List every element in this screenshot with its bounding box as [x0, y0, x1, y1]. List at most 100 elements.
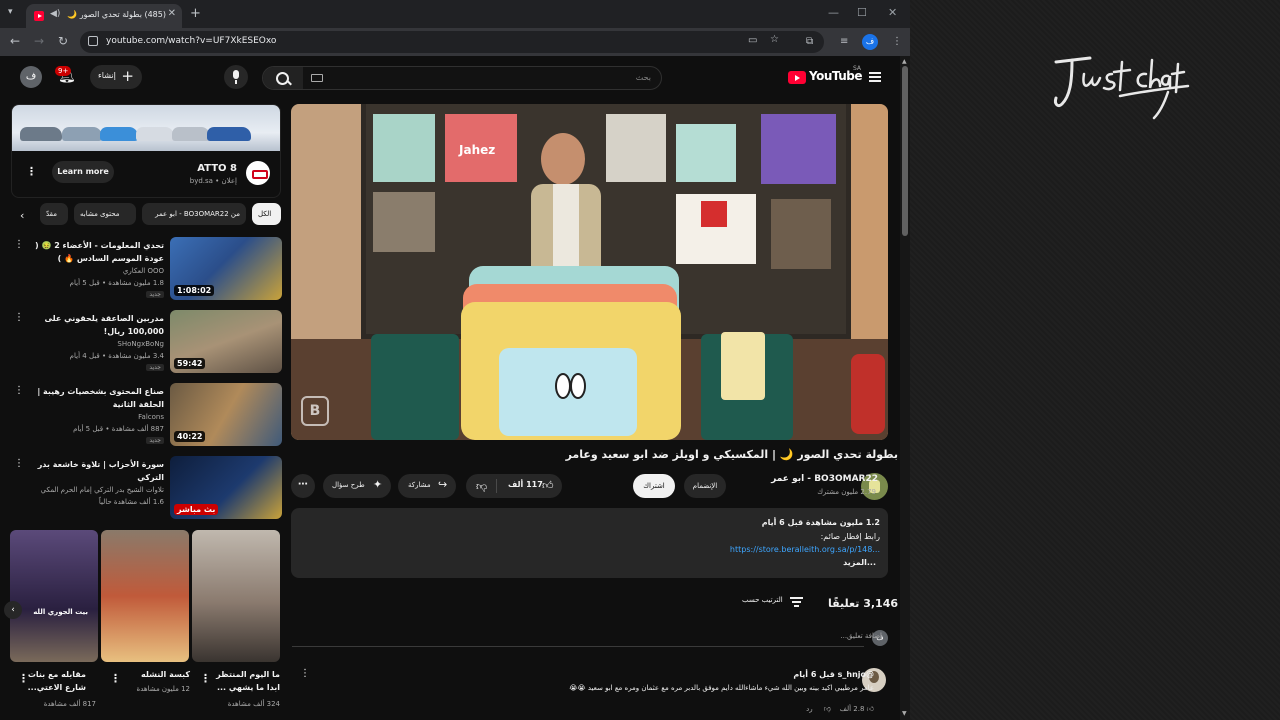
search-icon[interactable] — [263, 67, 303, 89]
related-video[interactable]: 40:22 صناع المحتوى بشخصيات رهيبة | الحلق… — [8, 383, 282, 447]
related-video[interactable]: بث مباشر سورة الأحزاب | تلاوة خاشعة بدر … — [8, 456, 282, 520]
short-title[interactable]: كبسة النشله — [120, 668, 190, 681]
show-more-link[interactable]: ...المزيد — [843, 558, 876, 567]
video-frame[interactable]: Jahez — [291, 104, 888, 440]
chip-all[interactable]: الكل — [252, 203, 281, 225]
comment-like-icon[interactable]: 👍︎ — [867, 705, 874, 713]
share-button[interactable]: مشاركة ↪ — [398, 474, 456, 498]
speaker-icon[interactable]: ◀) — [50, 9, 60, 19]
shorts-prev-icon[interactable]: ‹ — [4, 601, 22, 619]
video-menu-icon[interactable]: ⋮ — [14, 385, 24, 396]
cast-icon[interactable]: ▭ — [748, 35, 757, 46]
close-window-icon[interactable]: ✕ — [888, 6, 897, 19]
active-tab[interactable]: ◀) (485) بطولة تحدي الصور 🌙 ✕ — [26, 4, 182, 28]
search-placeholder[interactable]: بحث — [636, 73, 651, 82]
dislike-thumb-icon[interactable]: 👎︎ — [476, 480, 487, 493]
keyboard-icon[interactable] — [311, 74, 323, 82]
scroll-up-icon[interactable]: ▲ — [902, 58, 907, 65]
site-info-icon[interactable] — [88, 36, 98, 46]
video-thumbnail[interactable]: 40:22 — [170, 383, 282, 446]
byd-logo-icon[interactable] — [246, 161, 270, 185]
channel-name[interactable]: العكاري OOO — [123, 267, 164, 275]
video-player[interactable]: Jahez B — [291, 104, 888, 440]
like-count[interactable]: 117 ألف — [508, 480, 543, 489]
video-title[interactable]: مدربين الصاعقة يلحقوني على 100,000 ريال! — [30, 312, 164, 338]
short-menu-icon[interactable]: ⋮ — [200, 672, 211, 685]
related-video[interactable]: 1:08:02 تحدي المعلومات - الأعضاء 2 🤢 ( ع… — [8, 237, 282, 301]
video-title[interactable]: صناع المحتوى بشخصيات رهيبة | الحلقة الثا… — [30, 385, 164, 411]
voice-search-mic-icon[interactable] — [224, 65, 248, 89]
new-tab-icon[interactable]: + — [190, 6, 201, 21]
channel-name[interactable]: تلاوات الشيخ بدر التركي إمام الحرم المكي — [30, 486, 164, 494]
ad-banner-image[interactable] — [12, 105, 280, 151]
short-menu-icon[interactable]: ⋮ — [110, 672, 121, 685]
comment-dislike-icon[interactable]: 👎︎ — [824, 705, 831, 713]
channel-name[interactable]: BO3OMAR22 - ابو عمر — [771, 474, 878, 484]
sort-icon[interactable] — [790, 597, 803, 607]
chip-from-channel[interactable]: من BO3OMAR22 - ابو عمر — [142, 203, 246, 225]
reply-button[interactable]: رد — [806, 705, 813, 713]
description-box[interactable]: 1.2 مليون مشاهدة قبل 6 أيام رابط إفطار ص… — [291, 508, 888, 578]
ad-card[interactable]: ATTO 8 byd.sa • إعلان Learn more ⋮ — [11, 104, 281, 198]
video-thumbnail[interactable]: بث مباشر — [170, 456, 282, 519]
video-menu-icon[interactable]: ⋮ — [14, 458, 24, 469]
scroll-down-icon[interactable]: ▼ — [902, 710, 907, 717]
comment-author[interactable]: @s_hnjo قبل 6 أيام — [793, 670, 874, 679]
ask-button[interactable]: طرح سؤال ✦ — [323, 474, 391, 498]
comment-menu-icon[interactable]: ⋮ — [300, 668, 310, 679]
scroll-thumb[interactable] — [902, 66, 908, 236]
short-title[interactable]: ما اليوم المنتظر ابدا ما يشهي ... — [210, 668, 280, 694]
browser-menu-icon[interactable]: ⋮ — [892, 36, 902, 47]
short-thumbnail[interactable] — [192, 530, 280, 662]
address-bar[interactable]: youtube.com/watch?v=UF7XkESEOxo ▭ ☆ — [80, 31, 824, 53]
create-button[interactable]: إنشاء + — [90, 65, 142, 89]
sort-button[interactable]: الترتيب حسب — [742, 596, 783, 604]
subscribe-button[interactable]: اشتراك — [633, 474, 675, 498]
screen: ▾ ◀) (485) بطولة تحدي الصور 🌙 ✕ + — ☐ ✕ … — [0, 0, 1280, 720]
account-avatar[interactable]: ف — [20, 66, 42, 88]
like-thumb-icon[interactable]: 👍︎ — [542, 479, 554, 492]
tab-close-icon[interactable]: ✕ — [168, 8, 176, 19]
share-arrow-icon: ↪ — [438, 478, 448, 491]
page-scrollbar[interactable]: ▲ ▼ — [900, 56, 910, 720]
related-video[interactable]: 59:42 مدربين الصاعقة يلحقوني على 100,000… — [8, 310, 282, 374]
channel-name[interactable]: SHoNgxBoNg — [117, 340, 164, 348]
comment-like-count: 2.8 ألف — [839, 705, 865, 713]
description-link[interactable]: https://store.beralleith.org.sa/p/148... — [730, 545, 880, 554]
chip-partial[interactable]: مقدّ — [40, 203, 68, 225]
video-thumbnail[interactable]: 59:42 — [170, 310, 282, 373]
short-thumbnail[interactable]: بيت الجوري الله — [10, 530, 98, 662]
back-icon[interactable]: ← — [10, 34, 20, 48]
short-thumbnail[interactable] — [101, 530, 189, 662]
add-comment-input[interactable]: إضافة تعليق... — [840, 632, 882, 640]
chip-related[interactable]: محتوى مشابه — [74, 203, 136, 225]
more-actions-icon[interactable]: ⋯ — [291, 474, 315, 498]
media-control-icon[interactable]: ≡ — [840, 36, 848, 47]
video-menu-icon[interactable]: ⋮ — [14, 312, 24, 323]
minimize-icon[interactable]: — — [828, 6, 839, 19]
forward-icon[interactable]: → — [34, 34, 44, 48]
ad-more-icon[interactable]: ⋮ — [26, 165, 37, 178]
chips-prev-icon[interactable]: ‹ — [20, 209, 24, 222]
video-menu-icon[interactable]: ⋮ — [14, 239, 24, 250]
short-menu-icon[interactable]: ⋮ — [18, 672, 29, 685]
video-thumbnail[interactable]: 1:08:02 — [170, 237, 282, 300]
video-meta: 3.4 مليون مشاهدة • قبل 4 أيام — [69, 352, 164, 360]
logo-underline — [1118, 84, 1190, 120]
join-button[interactable]: الإنضمام — [684, 474, 726, 498]
extensions-icon[interactable]: ⧉ — [806, 36, 813, 47]
channel-watermark[interactable]: B — [301, 396, 329, 426]
tab-search-icon[interactable]: ▾ — [8, 7, 13, 17]
video-title[interactable]: سورة الأحزاب | تلاوة خاشعة بدر التركي — [30, 458, 164, 484]
maximize-icon[interactable]: ☐ — [857, 6, 867, 19]
reload-icon[interactable]: ↻ — [58, 34, 68, 48]
browser-profile-avatar[interactable]: ف — [862, 34, 878, 50]
search-box[interactable]: بحث — [262, 66, 662, 90]
guide-menu-icon[interactable] — [869, 72, 881, 82]
video-title[interactable]: تحدي المعلومات - الأعضاء 2 🤢 ( عودة المو… — [30, 239, 164, 265]
learn-more-button[interactable]: Learn more — [52, 161, 114, 183]
ad-title[interactable]: ATTO 8 — [197, 163, 237, 174]
url-text[interactable]: youtube.com/watch?v=UF7XkESEOxo — [106, 36, 276, 46]
channel-name[interactable]: Falcons — [138, 413, 164, 421]
bookmark-star-icon[interactable]: ☆ — [770, 34, 779, 45]
